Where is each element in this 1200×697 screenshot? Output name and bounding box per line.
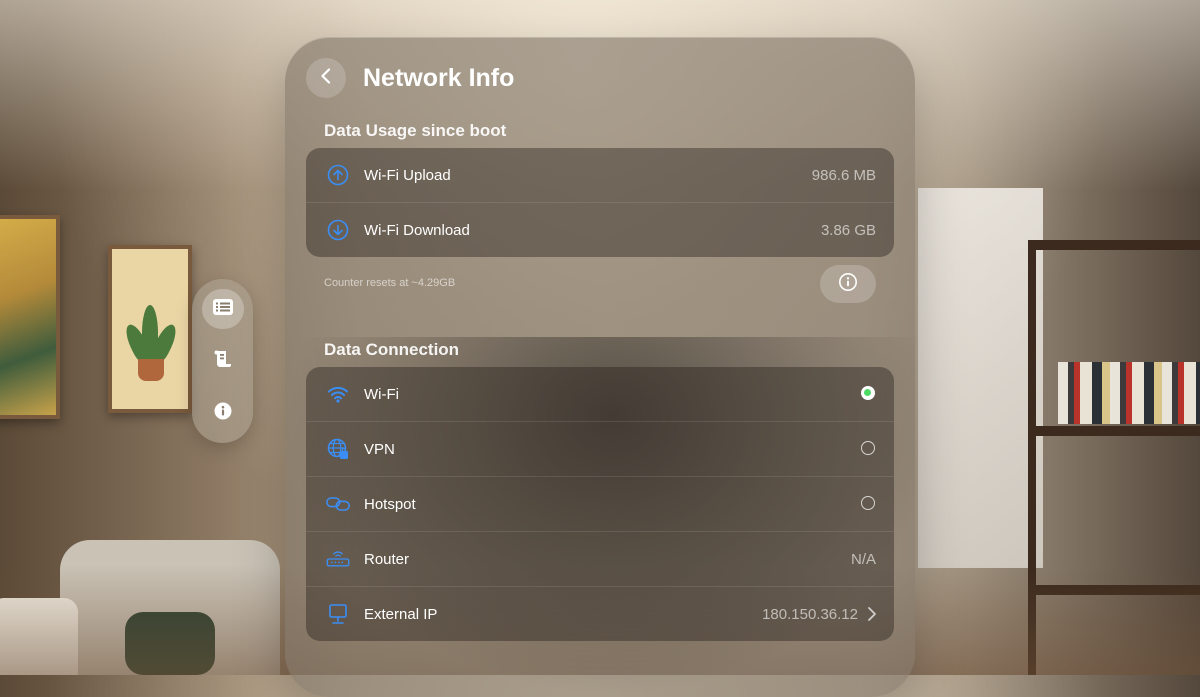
data-usage-group: Wi-Fi Upload 986.6 MB Wi-Fi Download 3.8… <box>306 148 894 257</box>
chevron-right-icon <box>866 605 878 623</box>
info-icon <box>214 402 232 425</box>
shelf-board <box>1036 426 1200 436</box>
shelf-board <box>1036 240 1200 250</box>
upload-arrow-icon <box>326 163 350 187</box>
tab-log[interactable] <box>202 341 244 381</box>
wall-painting <box>0 215 60 419</box>
page-title: Network Info <box>363 64 515 92</box>
row-value: 180.150.36.12 <box>762 605 858 623</box>
info-circle-icon <box>838 272 858 297</box>
scroll-icon <box>213 349 233 374</box>
list-item-external-ip[interactable]: External IP 180.150.36.12 <box>306 586 894 641</box>
router-icon <box>326 547 350 571</box>
wifi-icon <box>326 382 350 406</box>
counter-reset-note: Counter resets at ~4.29GB <box>324 277 456 289</box>
tab-about[interactable] <box>202 393 244 433</box>
radio-vpn[interactable] <box>861 441 875 455</box>
row-label: Wi-Fi Upload <box>364 166 451 184</box>
list-item-vpn[interactable]: VPN <box>306 421 894 476</box>
row-value: 3.86 GB <box>820 221 876 239</box>
row-label: Wi-Fi Download <box>364 221 470 239</box>
desktop-icon <box>326 602 350 626</box>
plant-painting <box>108 245 192 413</box>
row-label: External IP <box>364 605 438 623</box>
room-window <box>918 188 1043 568</box>
download-arrow-icon <box>326 218 350 242</box>
data-connection-group: Wi-Fi VPN Hotspot Router N/A External IP… <box>306 367 894 641</box>
tab-bar <box>192 279 253 443</box>
list-item-hotspot[interactable]: Hotspot <box>306 476 894 531</box>
row-value: N/A <box>850 550 876 568</box>
row-value: 986.6 MB <box>811 166 876 184</box>
tab-list[interactable] <box>201 289 244 329</box>
data-connection-section-title: Data Connection <box>324 340 460 359</box>
vpn-globe-icon <box>326 437 350 461</box>
list-item-wifi[interactable]: Wi-Fi <box>306 367 894 421</box>
hotspot-link-icon <box>326 492 350 516</box>
radio-hotspot[interactable] <box>861 496 875 510</box>
row-label: VPN <box>364 440 395 458</box>
list-item-router: Router N/A <box>306 531 894 586</box>
back-button[interactable] <box>306 58 346 98</box>
plant-pot <box>138 359 164 381</box>
chevron-left-icon <box>320 67 332 89</box>
info-button[interactable] <box>820 265 876 303</box>
row-label: Wi-Fi <box>364 385 399 403</box>
list-icon <box>212 298 234 321</box>
network-info-window: Network Info Data Usage since boot Wi-Fi… <box>285 37 915 697</box>
books <box>1058 362 1200 424</box>
list-item-wifi-upload: Wi-Fi Upload 986.6 MB <box>306 148 894 202</box>
radio-wifi[interactable] <box>861 386 875 400</box>
row-label: Hotspot <box>364 495 416 513</box>
data-usage-section-title: Data Usage since boot <box>324 121 507 140</box>
list-item-wifi-download: Wi-Fi Download 3.86 GB <box>306 202 894 257</box>
row-label: Router <box>364 550 410 568</box>
